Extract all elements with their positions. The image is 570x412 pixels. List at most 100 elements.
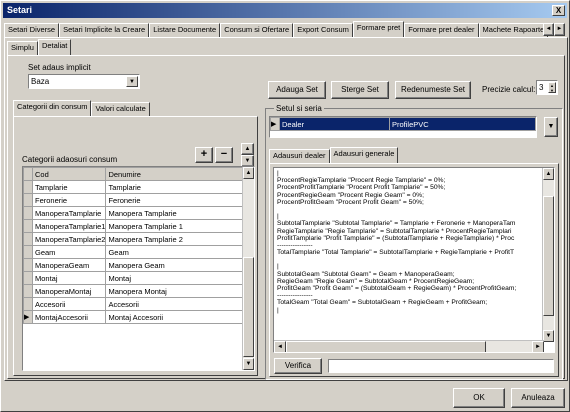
column-header-cod[interactable]: Cod <box>31 167 107 181</box>
code-line[interactable]: ProcentProfitGeam "Procent Profit Geam" … <box>277 199 551 206</box>
grid-scroll-thumb[interactable] <box>243 257 254 357</box>
scroll-up-button[interactable]: ▲ <box>241 143 254 155</box>
code-line[interactable]: | <box>277 213 551 220</box>
cod-cell[interactable]: Tamplarie <box>31 180 107 194</box>
tab-scroll-right-button[interactable]: ► <box>554 23 565 36</box>
subtab-simplu[interactable]: Simplu <box>7 41 38 55</box>
denumire-cell[interactable]: Manopera Geam <box>105 258 244 272</box>
tab-consum-si-ofertare[interactable]: Consum si Ofertare <box>220 23 294 37</box>
code-line[interactable]: RegieTamplarie "Regie Tamplarie" = Subto… <box>277 228 551 235</box>
chevron-down-icon[interactable]: ▼ <box>126 76 138 87</box>
code-line[interactable]: ProcentRegieTamplarie "Procent Regie Tam… <box>277 177 551 184</box>
code-line[interactable]: TotalTamplarie "Total Tamplarie" = Subto… <box>277 249 551 256</box>
code-line[interactable]: | <box>277 263 551 270</box>
cod-cell[interactable]: Geam <box>31 245 107 259</box>
setul-set-cell[interactable]: Dealer <box>279 117 390 131</box>
table-row[interactable]: ManoperaTamplarie Manopera Tamplarie <box>23 206 244 220</box>
code-line[interactable]: ProfitTamplarie "Profit Tamplarie" = (Su… <box>277 235 551 242</box>
cod-cell[interactable]: ManoperaGeam <box>31 258 107 272</box>
table-row[interactable]: ▶ MontajAccesorii Montaj Accesorii <box>23 310 244 324</box>
table-row[interactable]: Tamplarie Tamplarie <box>23 180 244 194</box>
code-line[interactable]: ProcentProfitTamplarie "Procent Profit T… <box>277 184 551 191</box>
denumire-cell[interactable]: Manopera Tamplarie 2 <box>105 232 244 246</box>
code-line[interactable]: SubtotalTamplarie "Subtotal Tamplarie" =… <box>277 220 551 227</box>
code-line[interactable]: | <box>277 170 551 177</box>
table-row[interactable]: ManoperaTamplarie1 Manopera Tamplarie 1 <box>23 219 244 233</box>
grid-scroll-up[interactable]: ▲ <box>243 167 254 179</box>
column-header-denumire[interactable]: Denumire <box>105 167 244 181</box>
spinner-arrows-icon[interactable]: ▲ ▼ <box>548 82 556 93</box>
setul-dropdown-button[interactable]: ▼ <box>544 117 558 137</box>
cod-cell[interactable]: ManoperaMontaj <box>31 284 107 298</box>
tab-setari-diverse[interactable]: Setari Diverse <box>4 23 60 37</box>
denumire-cell[interactable]: Montaj Accesorii <box>105 310 244 324</box>
tab-scroll-left-button[interactable]: ◄ <box>543 23 554 36</box>
redenumeste-set-button[interactable]: Redenumeste Set <box>395 81 471 99</box>
table-row[interactable]: ManoperaTamplarie2 Manopera Tamplarie 2 <box>23 232 244 246</box>
denumire-cell[interactable]: Feronerie <box>105 193 244 207</box>
left-tab-valori-calculate[interactable]: Valori calculate <box>91 102 150 116</box>
grid-scrollbar[interactable]: ▲ ▼ <box>242 167 254 370</box>
right-tab-adausuri-dealer[interactable]: Adausuri dealer <box>269 149 330 163</box>
tab-machete-rapoarte[interactable]: Machete Rapoarte <box>478 23 549 37</box>
denumire-cell[interactable]: Manopera Tamplarie <box>105 206 244 220</box>
right-tab-adausuri-generale[interactable]: Adausuri generale <box>329 147 399 163</box>
code-line[interactable] <box>277 206 551 213</box>
code-line[interactable]: ---------------- <box>277 242 551 249</box>
editor-hscroll-thumb[interactable] <box>286 341 486 352</box>
code-line[interactable]: RegieGeam "Regie Geam" = SubtotalGeam * … <box>277 278 551 285</box>
code-line[interactable] <box>277 256 551 263</box>
formula-editor[interactable]: | ProcentRegieTamplarie "Procent Regie Ta… <box>273 167 555 353</box>
code-line[interactable]: ProcentRegieGeam "Procent Regie Geam" = … <box>277 192 551 199</box>
table-row[interactable]: Montaj Montaj <box>23 271 244 285</box>
cod-cell[interactable]: Montaj <box>31 271 107 285</box>
subtab-detaliat[interactable]: Detaliat <box>37 39 72 55</box>
code-line[interactable]: TotalGeam "Total Geam" = SubtotalGeam + … <box>277 299 551 306</box>
formula-code[interactable]: | ProcentRegieTamplarie "Procent Regie Ta… <box>274 168 554 316</box>
close-button[interactable]: X <box>552 5 565 16</box>
table-row[interactable]: Geam Geam <box>23 245 244 259</box>
denumire-cell[interactable]: Manopera Montaj <box>105 284 244 298</box>
code-line[interactable]: SubtotalGeam "Subtotal Geam" = Geam + Ma… <box>277 271 551 278</box>
denumire-cell[interactable]: Manopera Tamplarie 1 <box>105 219 244 233</box>
editor-scroll-down[interactable]: ▼ <box>543 330 554 342</box>
setul-grid[interactable]: ▶ Dealer ProfilePVC <box>269 116 537 138</box>
editor-scroll-thumb[interactable] <box>543 196 554 316</box>
ok-button[interactable]: OK <box>453 388 505 408</box>
denumire-cell[interactable]: Tamplarie <box>105 180 244 194</box>
remove-category-button[interactable]: − <box>215 147 233 163</box>
setul-row[interactable]: ▶ Dealer ProfilePVC <box>270 117 536 131</box>
denumire-cell[interactable]: Montaj <box>105 271 244 285</box>
editor-vscrollbar[interactable]: ▲ ▼ <box>542 168 554 342</box>
denumire-cell[interactable]: Geam <box>105 245 244 259</box>
verifica-button[interactable]: Verifica <box>274 358 322 374</box>
set-adaus-select[interactable]: Baza ▼ <box>28 74 140 89</box>
table-row[interactable]: Feronerie Feronerie <box>23 193 244 207</box>
table-row[interactable]: Accesorii Accesorii <box>23 297 244 311</box>
code-line[interactable]: ProfitGeam "Profit Geam" = (SubtotalGeam… <box>277 285 551 292</box>
cod-cell[interactable]: MontajAccesorii <box>31 310 107 324</box>
denumire-cell[interactable]: Accesorii <box>105 297 244 311</box>
tab-formare-pret-dealer[interactable]: Formare pret dealer <box>404 23 479 37</box>
editor-scroll-left[interactable]: ◄ <box>274 341 286 352</box>
editor-scroll-up[interactable]: ▲ <box>543 168 554 180</box>
tab-export-consum[interactable]: Export Consum <box>293 23 353 37</box>
tab-setari-implicite-la-creare[interactable]: Setari Implicite la Creare <box>59 23 150 37</box>
editor-hscrollbar[interactable]: ◄ ► <box>274 340 544 352</box>
tab-listare-documente[interactable]: Listare Documente <box>149 23 221 37</box>
tab-formare-pret[interactable]: Formare pret <box>352 21 405 37</box>
add-category-button[interactable]: + <box>195 147 213 163</box>
cod-cell[interactable]: ManoperaTamplarie1 <box>31 219 107 233</box>
sterge-set-button[interactable]: Sterge Set <box>331 81 389 99</box>
cod-cell[interactable]: Accesorii <box>31 297 107 311</box>
editor-scroll-right[interactable]: ► <box>532 341 544 352</box>
cod-cell[interactable]: Feronerie <box>31 193 107 207</box>
code-line[interactable]: | <box>277 307 551 314</box>
anuleaza-button[interactable]: Anuleaza <box>511 388 565 408</box>
adauga-set-button[interactable]: Adauga Set <box>268 81 326 99</box>
cod-cell[interactable]: ManoperaTamplarie <box>31 206 107 220</box>
table-row[interactable]: ManoperaGeam Manopera Geam <box>23 258 244 272</box>
precizie-spinner[interactable]: 3 ▲ ▼ <box>536 80 558 95</box>
setul-serie-cell[interactable]: ProfilePVC <box>389 117 536 131</box>
left-tab-categorii-din-consum[interactable]: Categorii din consum <box>13 100 92 116</box>
